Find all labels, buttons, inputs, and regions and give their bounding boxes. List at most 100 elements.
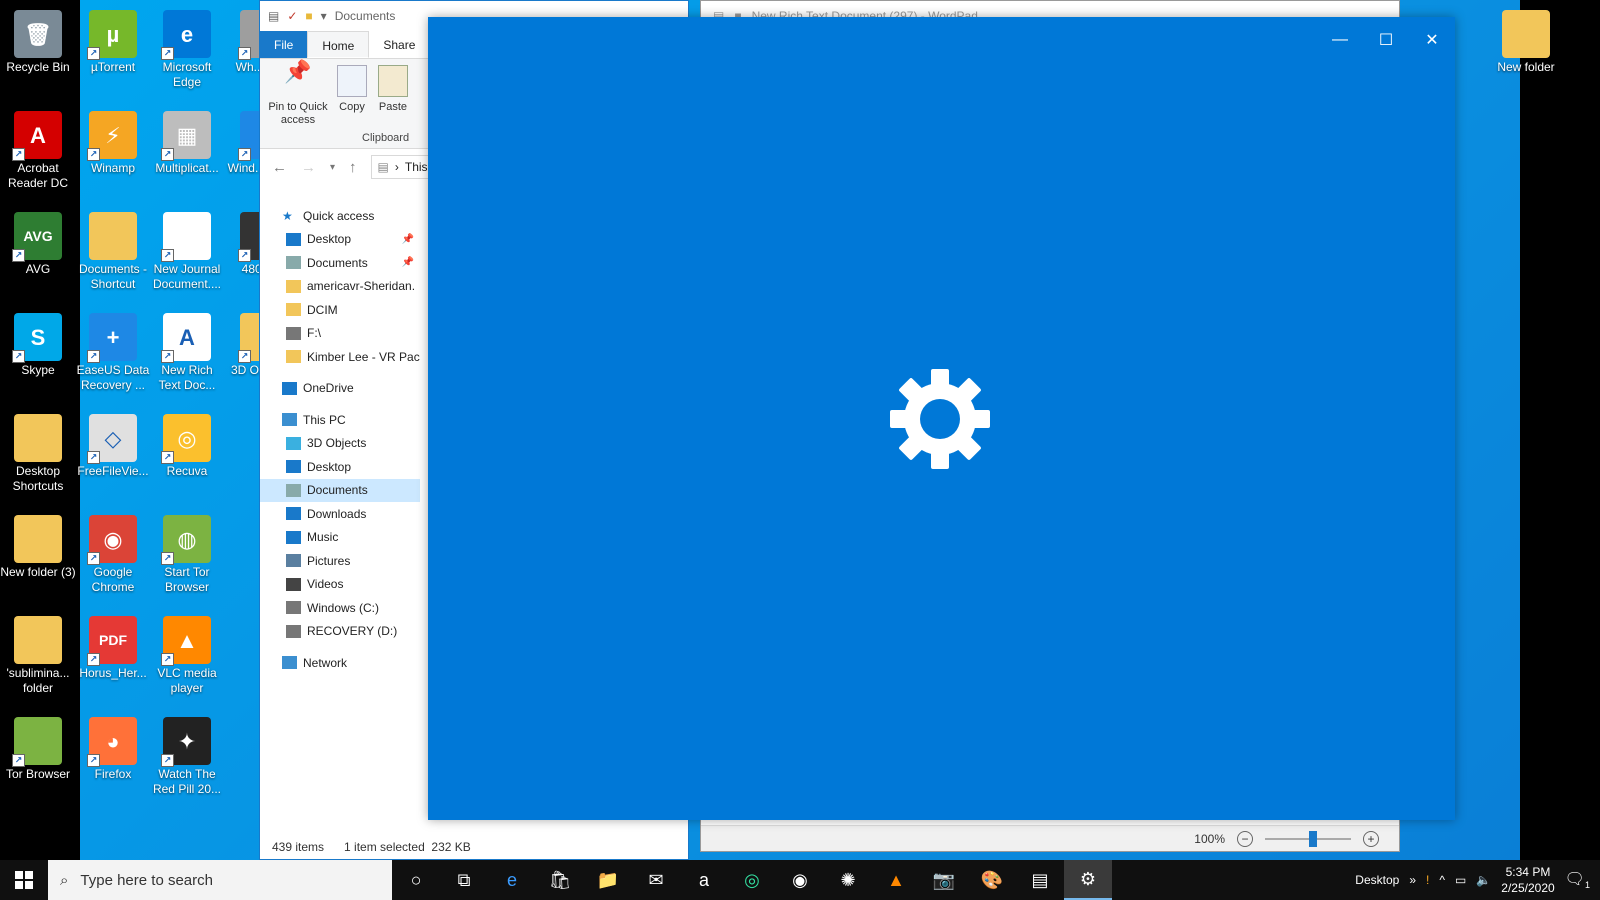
nav-item-this-pc[interactable]: This PC	[260, 408, 420, 432]
nav-item-americavr-sheridan[interactable]: americavr-Sheridan.	[260, 275, 420, 299]
desktop-icon-easeus-data-recovery[interactable]: + ↗ EaseUS Data Recovery ...	[75, 309, 151, 393]
desktop-icon-new-journal-document[interactable]: ↗ New Journal Document....	[149, 208, 225, 292]
desktop-icon-documents-shortcut[interactable]: Documents - Shortcut	[75, 208, 151, 292]
nav-item-dcim[interactable]: DCIM	[260, 298, 420, 322]
nav-item-quick-access[interactable]: ★ Quick access	[260, 204, 420, 228]
nav-item-downloads[interactable]: Downloads	[260, 502, 420, 526]
taskbar-store-button[interactable]: 🛍	[536, 860, 584, 900]
chevron-down-icon[interactable]: ▾	[321, 9, 327, 23]
nav-item-f[interactable]: F:\	[260, 322, 420, 346]
pin-icon[interactable]: 📌	[402, 257, 414, 268]
desktop-icon-horus-her[interactable]: PDF ↗ Horus_Her...	[75, 612, 151, 681]
taskbar-mail-button[interactable]: ✉	[632, 860, 680, 900]
taskbar-vlc-button[interactable]: ▲	[872, 860, 920, 900]
desktop-icon-watch-the-red-pill-20[interactable]: ✦ ↗ Watch The Red Pill 20...	[149, 713, 225, 797]
nav-item-pictures[interactable]: Pictures	[260, 549, 420, 573]
nav-item-label: Music	[307, 530, 339, 545]
back-icon[interactable]: ←	[272, 159, 287, 176]
desktop-icon-desktop-shortcuts[interactable]: Desktop Shortcuts	[0, 410, 76, 494]
nav-item-recovery-d[interactable]: RECOVERY (D:)	[260, 620, 420, 644]
settings-window[interactable]: — ☐ ✕	[428, 17, 1455, 820]
shortcut-arrow-icon: ↗	[12, 148, 25, 161]
nav-item-music[interactable]: Music	[260, 526, 420, 550]
taskbar-task-view-button[interactable]: ⧉	[440, 860, 488, 900]
tab-share[interactable]: Share	[369, 31, 429, 58]
desktop-icon-google-chrome[interactable]: ◉ ↗ Google Chrome	[75, 511, 151, 595]
desktop-icon-acrobat-reader-dc[interactable]: A ↗ Acrobat Reader DC	[0, 107, 76, 191]
volume-icon[interactable]: 🔈	[1476, 873, 1491, 887]
tab-file[interactable]: File	[260, 31, 308, 58]
desktop-icon-vlc-media-player[interactable]: ▲ ↗ VLC media player	[149, 612, 225, 696]
battery-icon[interactable]: ▭	[1455, 873, 1466, 887]
taskbar-search-box[interactable]: ⌕ Type here to search	[48, 860, 392, 900]
minimize-button[interactable]: —	[1317, 25, 1363, 55]
desktop-icon-start-tor-browser[interactable]: ◍ ↗ Start Tor Browser	[149, 511, 225, 595]
nav-item-videos[interactable]: Videos	[260, 573, 420, 597]
desktop-icon-winamp[interactable]: ⚡ ↗ Winamp	[75, 107, 151, 176]
freefileviewer-icon: ◇ ↗	[87, 414, 137, 464]
desktop-icon-torrent[interactable]: µ ↗ µTorrent	[75, 6, 151, 75]
chevron-double-right-icon[interactable]: »	[1409, 873, 1416, 887]
taskbar-wordpad-button[interactable]: ▤	[1016, 860, 1064, 900]
taskbar-file-explorer-button[interactable]: 📁	[584, 860, 632, 900]
nav-item-windows-c[interactable]: Windows (C:)	[260, 596, 420, 620]
desktop-icon-new-rich-text-doc[interactable]: A ↗ New Rich Text Doc...	[149, 309, 225, 393]
taskbar-camera-button[interactable]: 📷	[920, 860, 968, 900]
zoom-slider-thumb[interactable]	[1309, 830, 1317, 847]
taskbar-cortana-button[interactable]: ○	[392, 860, 440, 900]
notifications-icon[interactable]: 🗨1	[1565, 869, 1590, 890]
desktop-icon-label: Firefox	[94, 767, 132, 781]
zoom-in-icon[interactable]: +	[1363, 830, 1379, 847]
desktop-icon-microsoft-edge[interactable]: e ↗ Microsoft Edge	[149, 6, 225, 90]
desktop-icon-freefilevie[interactable]: ◇ ↗ FreeFileVie...	[75, 410, 151, 479]
desktop-icon-firefox[interactable]: ◕ ↗ Firefox	[75, 713, 151, 782]
alert-icon[interactable]: !	[1426, 873, 1429, 887]
desktop-icon-avg[interactable]: AVG ↗ AVG	[0, 208, 76, 277]
taskbar-camera-app-button[interactable]: ◉	[776, 860, 824, 900]
pin-to-quick-access-button[interactable]: 📌 Pin to Quick access	[264, 61, 332, 127]
pin-icon[interactable]: 📌	[402, 234, 414, 245]
close-button[interactable]: ✕	[1409, 25, 1455, 55]
copy-button[interactable]: Copy	[334, 65, 370, 114]
desktop-icon-new-folder[interactable]: New folder	[1488, 6, 1564, 75]
nav-item-onedrive[interactable]: OneDrive	[260, 377, 420, 401]
taskbar-paint-button[interactable]: 🎨	[968, 860, 1016, 900]
desktop-icon-recuva[interactable]: ◎ ↗ Recuva	[149, 410, 225, 479]
videos-icon	[286, 577, 301, 591]
taskbar-tripadvisor-button[interactable]: ◎	[728, 860, 776, 900]
address-field[interactable]: ▤ › This	[370, 155, 431, 179]
recent-locations-icon[interactable]: ▾	[330, 162, 335, 173]
taskbar-color-app-button[interactable]: ✺	[824, 860, 872, 900]
new-folder-icon[interactable]: ■	[305, 9, 312, 23]
pdf-icon: PDF ↗	[87, 616, 137, 666]
desktop-icon-skype[interactable]: S ↗ Skype	[0, 309, 76, 378]
zoom-slider[interactable]	[1265, 830, 1351, 847]
properties-icon[interactable]: ✓	[287, 9, 297, 23]
nav-item-desktop[interactable]: Desktop 📌	[260, 228, 420, 252]
desktop-toolbar-label[interactable]: Desktop	[1355, 873, 1399, 887]
desktop-icon-tor-browser[interactable]: ↗ Tor Browser	[0, 713, 76, 782]
clock[interactable]: 5:34 PM 2/25/2020	[1501, 864, 1554, 896]
tab-home[interactable]: Home	[307, 31, 370, 58]
nav-item-kimber-lee-vr-pac[interactable]: Kimber Lee - VR Pac	[260, 345, 420, 369]
zoom-out-icon[interactable]: −	[1237, 830, 1253, 847]
maximize-button[interactable]: ☐	[1363, 25, 1409, 55]
nav-item-network[interactable]: Network	[260, 651, 420, 675]
nav-item-documents[interactable]: Documents 📌	[260, 251, 420, 275]
desktop-icon-new-folder-3[interactable]: New folder (3)	[0, 511, 76, 580]
start-button[interactable]	[0, 860, 48, 900]
taskbar-amazon-button[interactable]: a	[680, 860, 728, 900]
nav-item-3d-objects[interactable]: 3D Objects	[260, 432, 420, 456]
nav-item-desktop[interactable]: Desktop	[260, 455, 420, 479]
explorer-title: Documents	[334, 9, 396, 23]
up-icon[interactable]: ↑	[349, 159, 357, 176]
taskbar-settings-button[interactable]: ⚙	[1064, 860, 1112, 900]
desktop-icon-multiplicat[interactable]: ▦ ↗ Multiplicat...	[149, 107, 225, 176]
desktop-icon-sublimina-folder[interactable]: 'sublimina... folder	[0, 612, 76, 696]
forward-icon[interactable]: →	[301, 159, 316, 176]
desktop-icon-recycle-bin[interactable]: 🗑 Recycle Bin	[0, 6, 76, 75]
nav-item-documents[interactable]: Documents	[260, 478, 420, 502]
taskbar-edge-button[interactable]: e	[488, 860, 536, 900]
show-hidden-icons-icon[interactable]: ^	[1439, 873, 1445, 887]
paste-button[interactable]: Paste	[374, 65, 412, 114]
